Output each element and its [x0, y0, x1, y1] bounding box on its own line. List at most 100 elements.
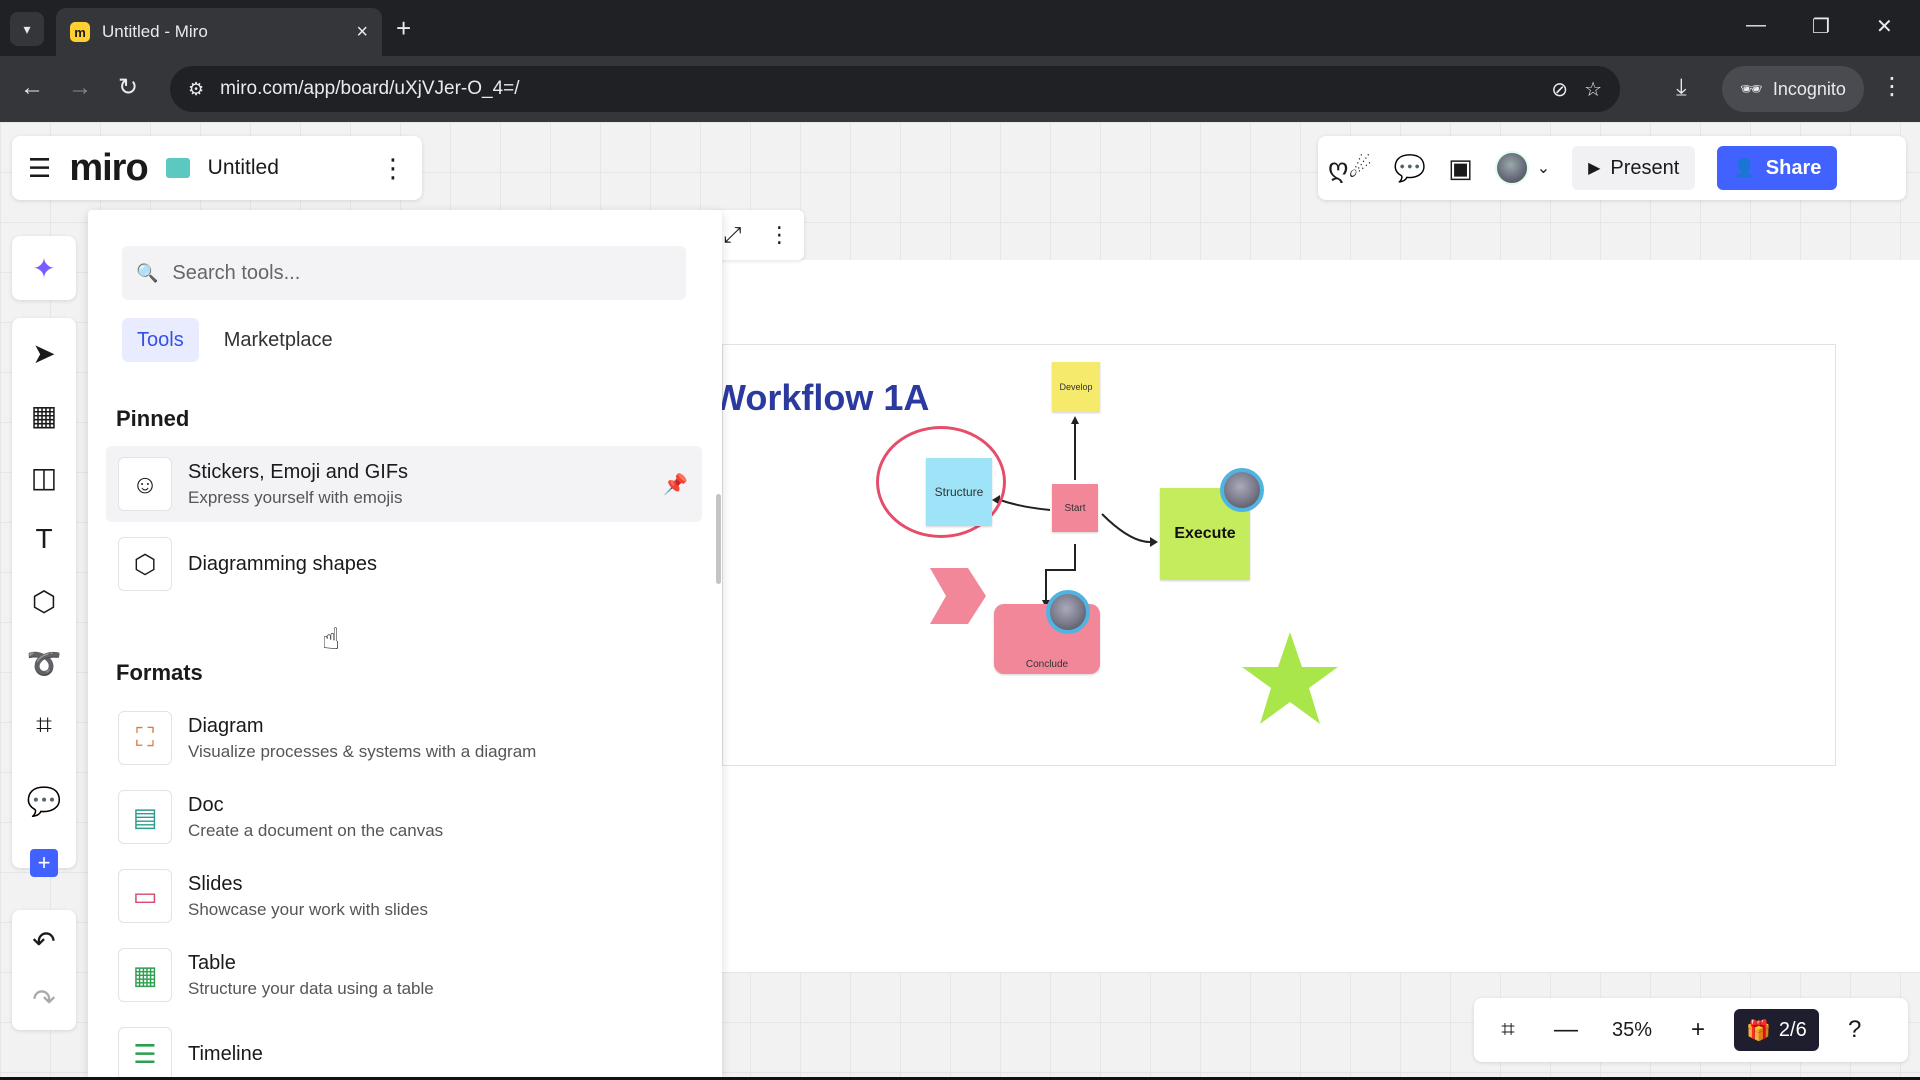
chevron-down-icon: ▾ [23, 20, 31, 37]
page-count: 2/6 [1778, 1018, 1807, 1041]
frame-tool[interactable]: ⌗ [12, 700, 76, 750]
present-button[interactable]: ▶ Present [1572, 146, 1696, 190]
tool-item-doc[interactable]: ▤ Doc Create a document on the canvas [106, 779, 702, 855]
fit-to-screen-icon[interactable]: ⌗ [1486, 1016, 1530, 1044]
tool-item-desc: Showcase your work with slides [188, 899, 428, 919]
zoom-out-button[interactable]: — [1544, 1016, 1588, 1044]
site-settings-icon[interactable]: ⚙ [188, 79, 204, 100]
reload-icon: ↻ [118, 74, 139, 101]
arrow-right-icon: → [68, 74, 92, 101]
zoom-level[interactable]: 35% [1602, 1019, 1662, 1042]
arrowhead-execute [1150, 537, 1158, 547]
sticker-icon: ☺ [118, 457, 172, 511]
back-button[interactable]: ← [20, 74, 44, 102]
sticky-start[interactable]: Start [1052, 484, 1098, 532]
search-input[interactable] [172, 261, 672, 285]
table-icon: ▦ [118, 948, 172, 1002]
board-canvas[interactable]: Workflow 1A Develop Structure Start Exec… [0, 122, 1920, 1077]
sticky-execute-label: Execute [1174, 525, 1236, 542]
doc-icon: ▤ [118, 790, 172, 844]
browser-tab[interactable]: m Untitled - Miro × [56, 8, 382, 56]
workflow-title[interactable]: Workflow 1A [712, 377, 929, 419]
tool-item-title: Slides [188, 872, 243, 895]
tools-panel: 🔍 Tools Marketplace Pinned ☺ Stickers, E… [88, 210, 722, 1077]
shapes-icon: ⬡ [118, 537, 172, 591]
tab-search-button[interactable]: ▾ [10, 12, 44, 46]
panel-scrollbar[interactable] [716, 494, 721, 584]
ai-assist-button[interactable]: ✦ [12, 236, 76, 300]
shapes-tool[interactable]: ⬡ [12, 576, 76, 626]
comment-tool[interactable]: 💬 [12, 776, 76, 826]
more-tools-button[interactable]: + [12, 838, 76, 888]
download-icon[interactable]: ⤓ [1676, 74, 1687, 102]
tab-tools[interactable]: Tools [122, 318, 199, 362]
board-icon [165, 158, 190, 178]
comments-icon[interactable]: 💬 [1394, 153, 1426, 184]
zoom-in-button[interactable]: + [1676, 1016, 1720, 1044]
expand-icon[interactable]: ⤢ [724, 222, 742, 248]
browser-menu-icon[interactable]: ⋮ [1880, 72, 1904, 101]
eye-off-icon[interactable]: ⊘ [1551, 77, 1568, 102]
templates-tool[interactable]: ▦ [12, 390, 76, 440]
undo-button[interactable]: ↶ [12, 916, 76, 966]
sticky-structure[interactable]: Structure [926, 458, 992, 526]
tool-item-desc: Structure your data using a table [188, 978, 434, 998]
sticky-develop-label: Develop [1059, 382, 1093, 392]
miro-logo[interactable]: miro [69, 147, 148, 190]
plus-icon: + [30, 849, 58, 877]
avatar [1494, 151, 1529, 185]
sticky-note-tool[interactable]: ◫ [12, 452, 76, 502]
pin-icon[interactable]: 📌 [663, 472, 688, 497]
collaborator-avatar[interactable] [1220, 468, 1264, 512]
redo-icon: ↷ [32, 983, 56, 1015]
tool-item-diagramming-shapes[interactable]: ⬡ Diagramming shapes [106, 526, 702, 602]
user-menu[interactable]: ⌄ [1494, 151, 1550, 185]
text-tool[interactable]: T [12, 514, 76, 564]
tool-item-slides[interactable]: ▭ Slides Showcase your work with slides [106, 858, 702, 934]
forward-button[interactable]: → [68, 74, 92, 102]
tool-item-title: Doc [188, 793, 224, 816]
close-icon[interactable]: × [356, 21, 368, 44]
text-icon: T [35, 523, 53, 554]
board-options-icon[interactable]: ⋮ [380, 153, 406, 184]
tool-item-diagram[interactable]: ⛶ Diagram Visualize processes & systems … [106, 700, 702, 776]
main-menu-icon[interactable]: ☰ [28, 153, 51, 184]
reload-button[interactable]: ↻ [118, 74, 138, 102]
star-icon[interactable]: ☆ [1584, 77, 1602, 102]
frames-navigator[interactable]: 🎁 2/6 [1734, 1009, 1819, 1051]
search-tools-box[interactable]: 🔍 [122, 246, 686, 300]
video-call-icon[interactable]: ▣ [1448, 153, 1473, 184]
sticky-structure-label: Structure [934, 485, 984, 499]
comment-icon: 💬 [26, 785, 62, 817]
restore-icon[interactable]: ❐ [1812, 14, 1830, 39]
more-icon[interactable]: ⋮ [768, 222, 790, 248]
tab-marketplace[interactable]: Marketplace [209, 318, 348, 362]
minimize-icon[interactable]: — [1746, 14, 1766, 37]
sticky-conclude-label: Conclude [1025, 659, 1069, 670]
tool-item-timeline[interactable]: ☰ Timeline [106, 1016, 702, 1077]
incognito-icon: 🕶 [1740, 78, 1763, 99]
hand-pointer-icon: ☝ [322, 623, 341, 656]
reactions-icon[interactable]: ღ☄ [1328, 153, 1372, 184]
new-tab-button[interactable]: + [396, 14, 411, 42]
undo-redo-bar: ↶ ↷ [12, 910, 76, 1030]
tool-item-table[interactable]: ▦ Table Structure your data using a tabl… [106, 937, 702, 1013]
redo-button[interactable]: ↷ [12, 974, 76, 1024]
window-close-icon[interactable]: ✕ [1876, 14, 1893, 39]
diagram-icon: ⛶ [118, 711, 172, 765]
collaboration-bar: ღ☄ 💬 ▣ ⌄ ▶ Present 👤 Share [1318, 136, 1906, 200]
collaborator-avatar[interactable] [1046, 590, 1090, 634]
gift-icon: 🎁 [1746, 1019, 1771, 1042]
incognito-indicator[interactable]: 🕶 Incognito [1722, 66, 1864, 112]
select-tool[interactable]: ➤ [12, 328, 76, 378]
address-bar[interactable]: ⚙ miro.com/app/board/uXjVJer-O_4=/ ⊘ ☆ [170, 66, 1620, 112]
board-name[interactable]: Untitled [208, 156, 279, 180]
url-text[interactable]: miro.com/app/board/uXjVJer-O_4=/ [220, 78, 1535, 100]
sticky-develop[interactable]: Develop [1052, 362, 1100, 412]
pen-tool[interactable]: ➰ [12, 638, 76, 688]
tool-item-stickers[interactable]: ☺ Stickers, Emoji and GIFs Express yours… [106, 446, 702, 522]
connector-start-execute [1101, 513, 1151, 543]
help-icon[interactable]: ? [1833, 1016, 1877, 1044]
lasso-icon: ➰ [26, 647, 62, 679]
share-button[interactable]: 👤 Share [1717, 146, 1838, 190]
